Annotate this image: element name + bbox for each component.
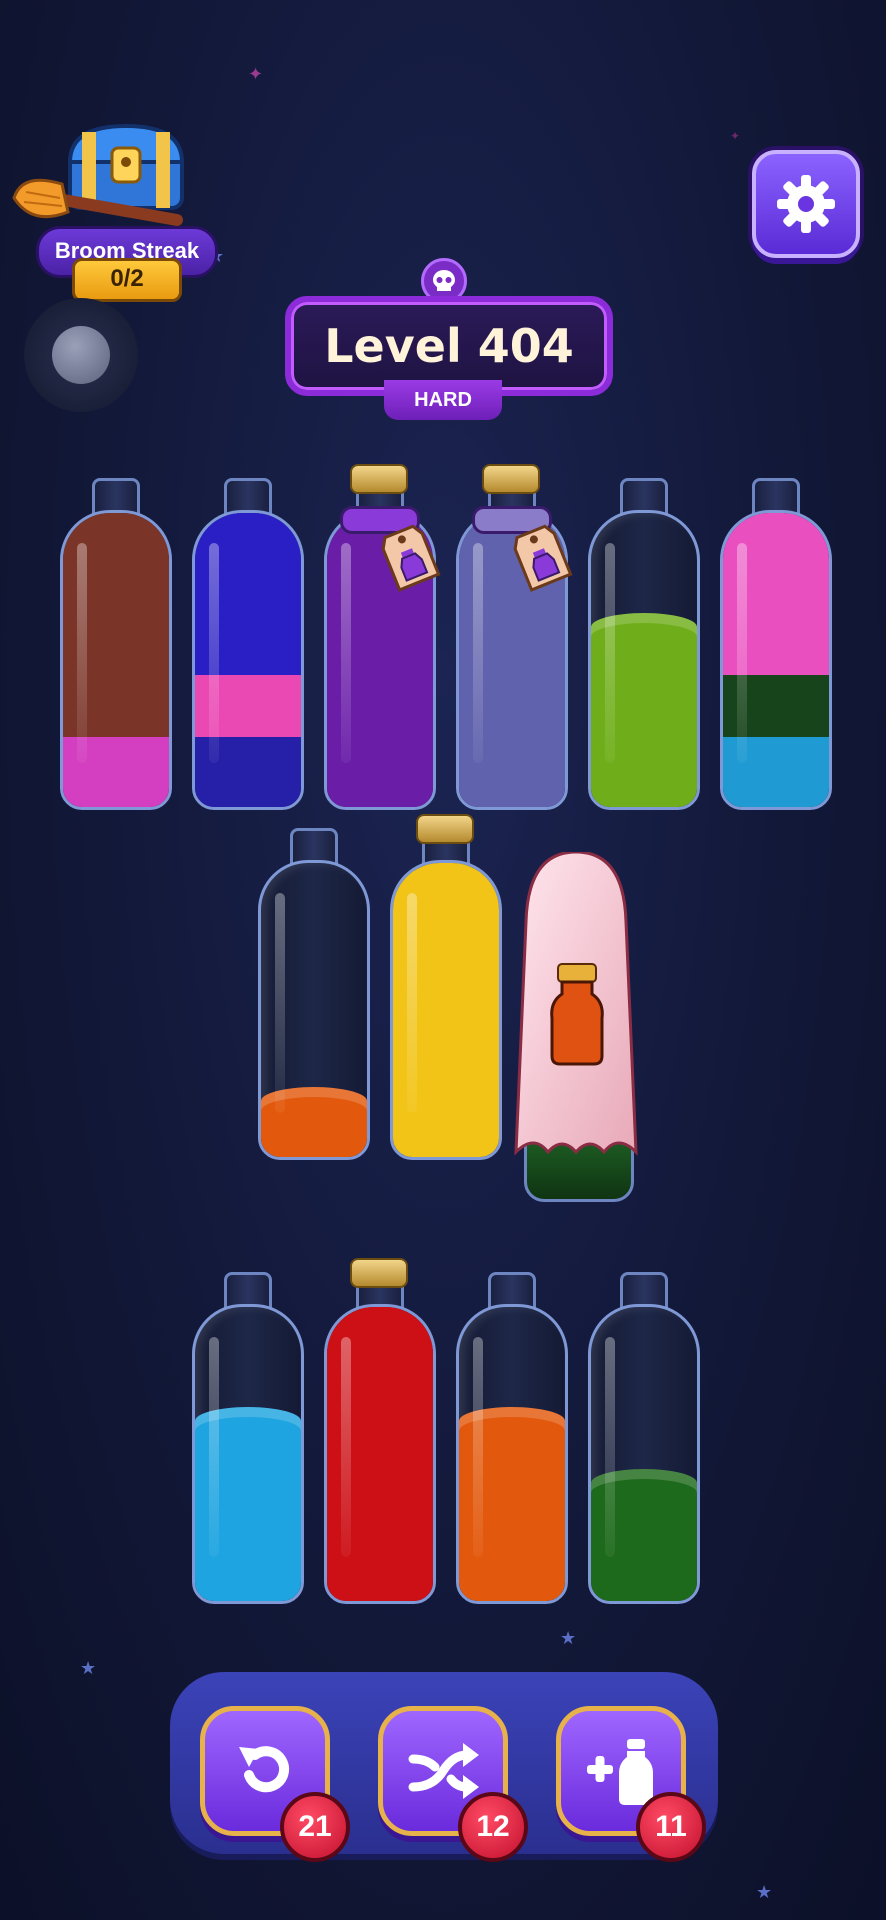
bottle[interactable]: [56, 468, 172, 810]
broom-streak-widget[interactable]: Broom Streak 0/2: [12, 118, 218, 308]
glass-shine: [209, 543, 219, 763]
floating-joystick[interactable]: [24, 298, 138, 412]
bottle[interactable]: [386, 814, 502, 1160]
add-bottle-icon: [587, 1739, 653, 1805]
add-bottle-count-badge: 11: [636, 1792, 706, 1862]
cork-stopper: [350, 1258, 408, 1288]
star-decoration: ★: [560, 1628, 577, 1649]
bottle[interactable]: [584, 1262, 700, 1604]
level-title: Level 404: [324, 319, 574, 373]
star-decoration: ✦: [730, 129, 741, 143]
bottle-body: [588, 510, 700, 810]
bottle-body: [60, 510, 172, 810]
cork-stopper: [482, 464, 540, 494]
star-decoration: ✦: [248, 64, 264, 85]
bottle[interactable]: [452, 464, 573, 810]
star-decoration: ★: [80, 1658, 97, 1679]
glass-shine: [341, 543, 351, 763]
broom-streak-count: 0/2: [72, 258, 182, 302]
bottle-body: [456, 1304, 568, 1604]
glass-shine: [77, 543, 87, 763]
bottle-body: [324, 1304, 436, 1604]
bottle-body: [258, 860, 370, 1160]
bottle[interactable]: [320, 1258, 436, 1604]
glass-shine: [473, 543, 483, 763]
joystick-knob[interactable]: [52, 326, 110, 384]
star-decoration: ★: [756, 1882, 773, 1903]
bottle-body: [192, 510, 304, 810]
glass-shine: [605, 543, 615, 763]
bottle-body: [192, 1304, 304, 1604]
glass-shine: [737, 543, 747, 763]
shuffle-icon: [408, 1743, 479, 1799]
difficulty-badge: HARD: [384, 380, 502, 420]
bottle-body: [720, 510, 832, 810]
ghost-cover-icon[interactable]: [508, 852, 644, 1172]
settings-button[interactable]: [752, 150, 860, 258]
bottle[interactable]: [584, 468, 700, 810]
glass-shine: [275, 893, 285, 1113]
bottle[interactable]: [188, 468, 304, 810]
bottle[interactable]: [254, 818, 370, 1160]
bottle[interactable]: [320, 464, 441, 810]
shuffle-count-badge: 12: [458, 1792, 528, 1862]
glass-shine: [473, 1337, 483, 1557]
undo-icon: [239, 1746, 289, 1793]
gear-icon: [777, 175, 835, 233]
glass-shine: [209, 1337, 219, 1557]
glass-shine: [407, 893, 417, 1113]
bottle[interactable]: [188, 1262, 304, 1604]
undo-count-badge: 21: [280, 1792, 350, 1862]
bottle[interactable]: [716, 468, 832, 810]
bottle[interactable]: [452, 1262, 568, 1604]
cork-stopper: [416, 814, 474, 844]
glass-shine: [341, 1337, 351, 1557]
bottle-body: [588, 1304, 700, 1604]
bottle-body: [390, 860, 502, 1160]
cork-stopper: [350, 464, 408, 494]
glass-shine: [605, 1337, 615, 1557]
